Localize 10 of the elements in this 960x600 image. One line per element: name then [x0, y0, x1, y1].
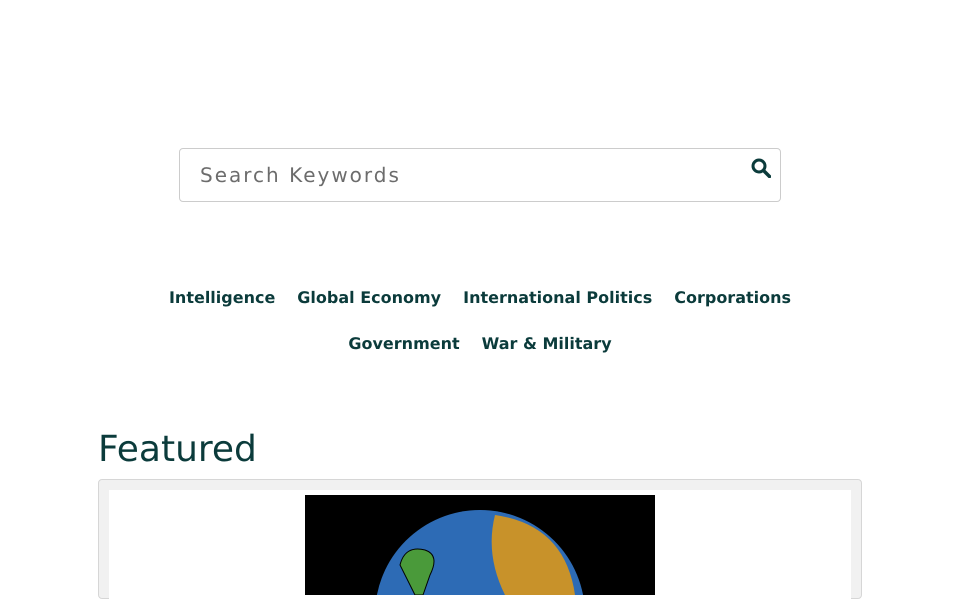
search-field[interactable]: Search Keywords	[179, 148, 781, 202]
category-link[interactable]: International Politics	[463, 286, 652, 310]
category-link[interactable]: Global Economy	[297, 286, 442, 310]
section-heading: Featured	[98, 428, 258, 472]
category-link[interactable]: Corporations	[674, 286, 792, 310]
search-icon	[751, 158, 771, 178]
category-link[interactable]: Government	[348, 332, 460, 356]
search-button[interactable]	[751, 158, 771, 178]
category-link[interactable]: Intelligence	[168, 286, 276, 310]
category-link[interactable]: War & Military	[482, 332, 612, 356]
